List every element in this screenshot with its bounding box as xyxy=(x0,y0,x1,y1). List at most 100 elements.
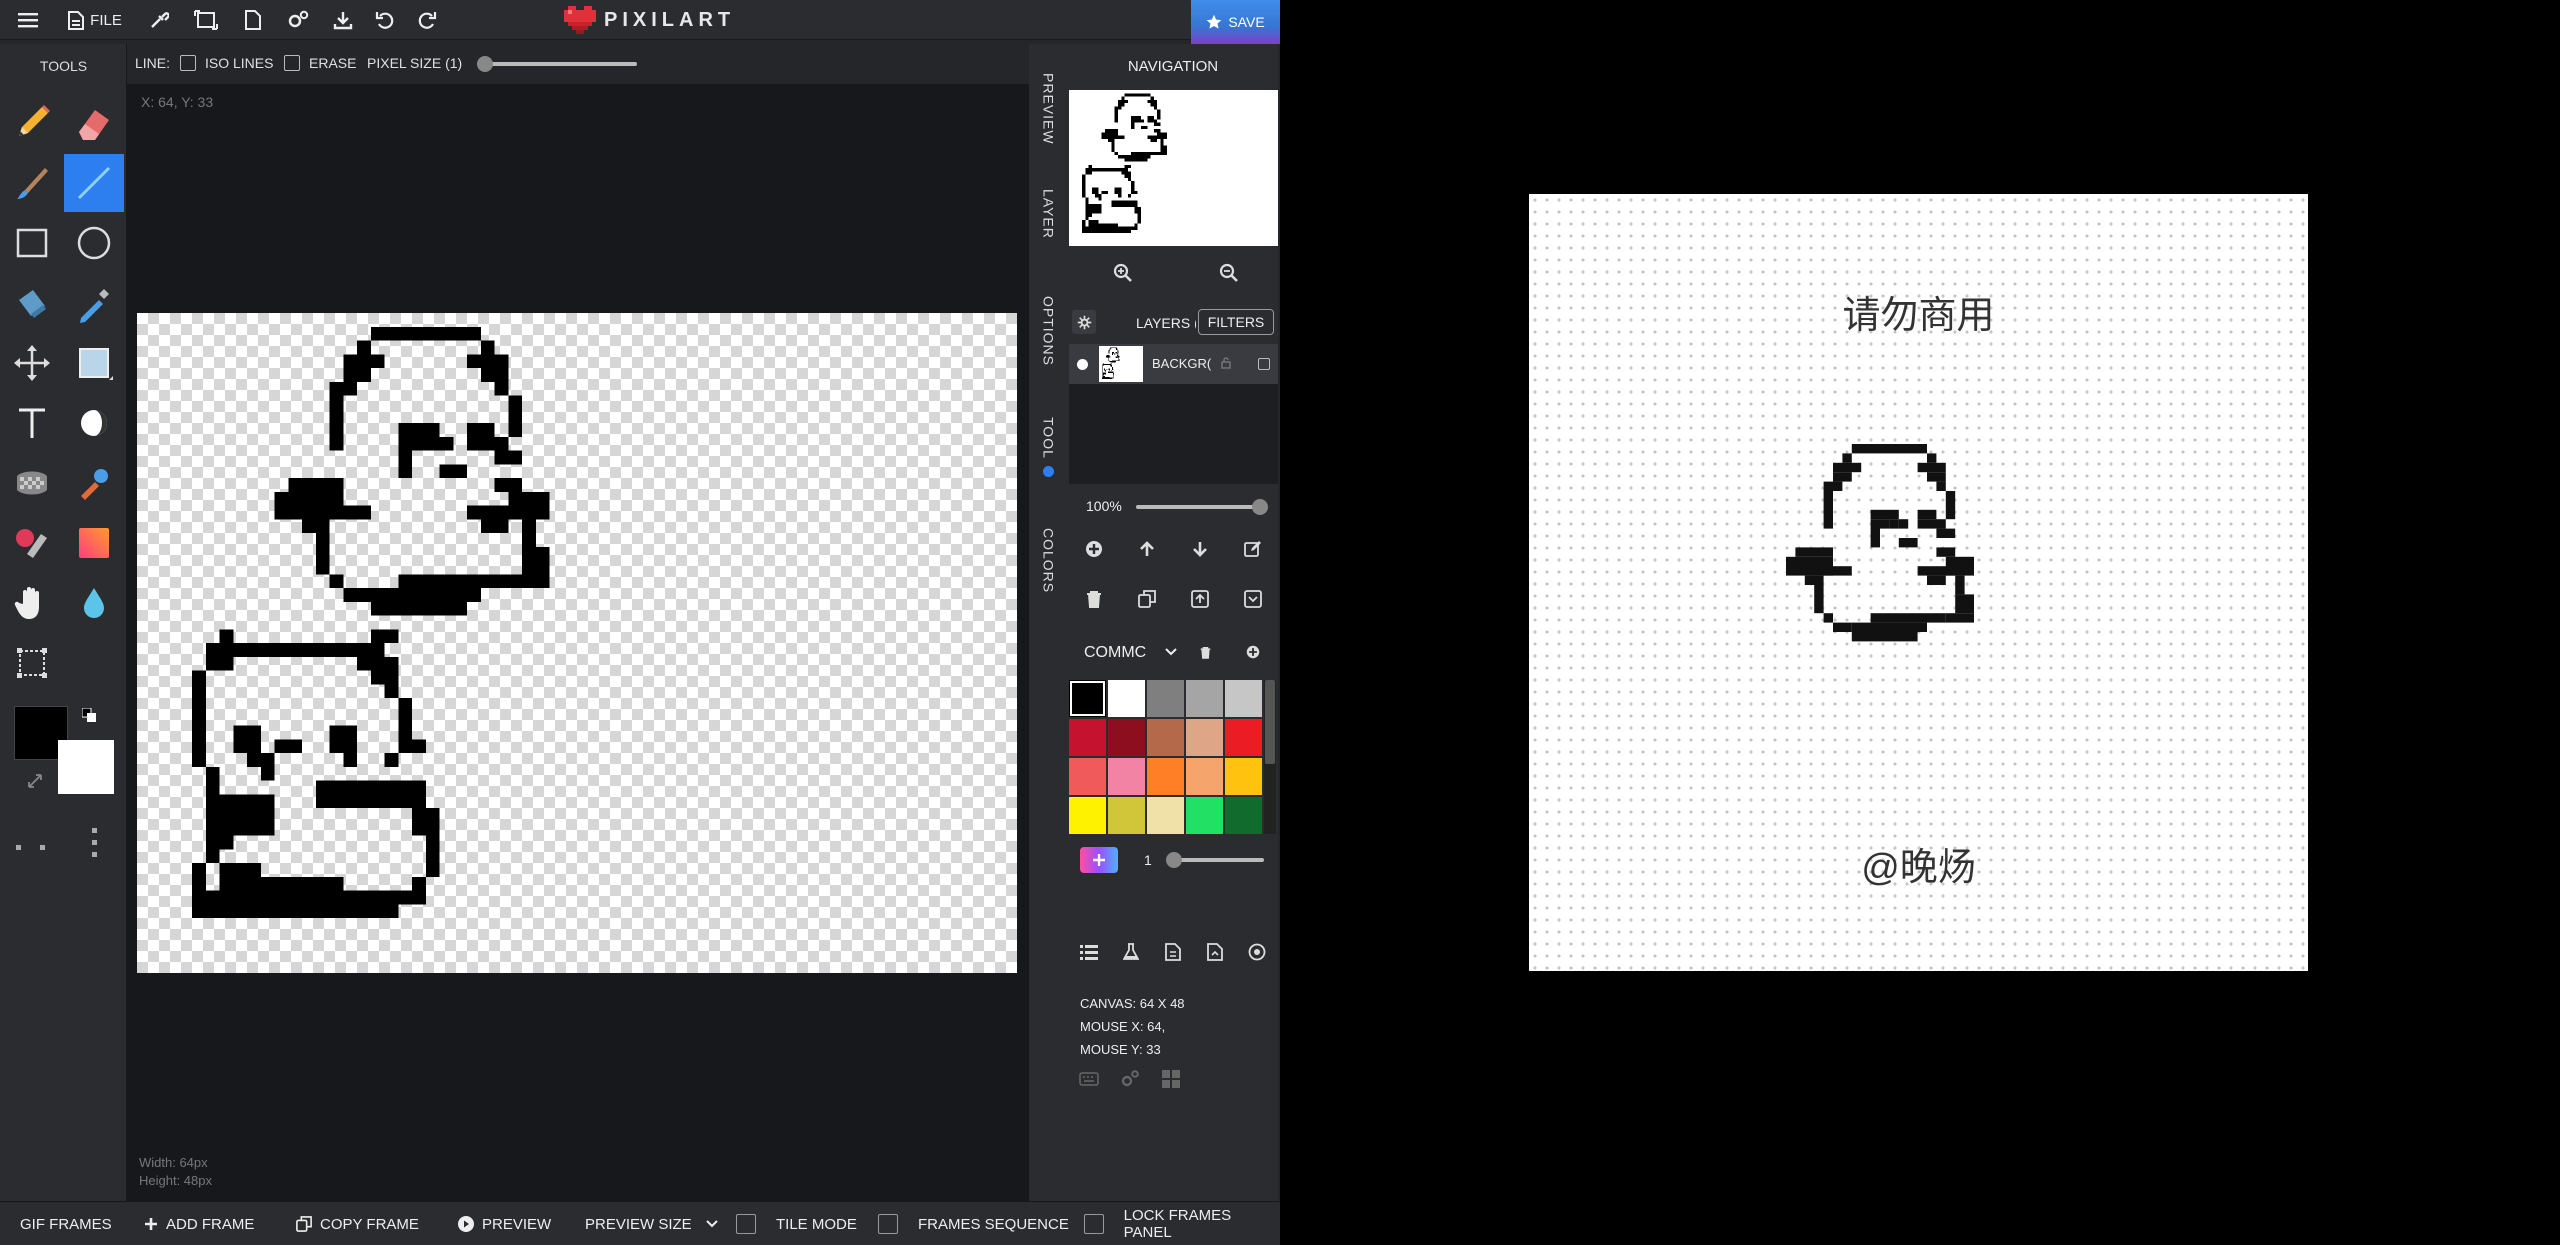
palette-swatch[interactable] xyxy=(1225,680,1262,717)
pattern-tool[interactable] xyxy=(2,454,62,512)
preview-size-select[interactable]: PREVIEW SIZE xyxy=(585,1202,718,1245)
line-tool[interactable] xyxy=(64,154,124,212)
palette-scrollbar-thumb[interactable] xyxy=(1265,680,1275,764)
dither-tool[interactable] xyxy=(64,394,124,452)
palette-swatch[interactable] xyxy=(1147,797,1184,834)
tab-options[interactable]: OPTIONS xyxy=(1029,276,1068,386)
hamburger-icon[interactable] xyxy=(14,0,42,40)
zoom-in-icon[interactable] xyxy=(1110,260,1136,286)
frames-sequence-checkbox[interactable] xyxy=(878,1214,898,1234)
pixel-size-slider[interactable] xyxy=(477,62,637,66)
brush-shape-small[interactable] xyxy=(16,839,52,850)
lock-icon[interactable] xyxy=(1219,356,1233,370)
layer-opacity-slider[interactable] xyxy=(1136,505,1260,509)
palette-scrollbar[interactable] xyxy=(1264,680,1276,834)
target-icon[interactable] xyxy=(1246,941,1268,963)
delete-layer-icon[interactable] xyxy=(1082,587,1106,611)
swap-colors-icon[interactable] xyxy=(81,707,96,722)
gears-icon[interactable] xyxy=(1118,1067,1142,1091)
palette-swatch[interactable] xyxy=(1147,719,1184,756)
move-layer-down-icon[interactable] xyxy=(1188,537,1212,561)
delete-palette-icon[interactable] xyxy=(1196,643,1214,661)
palette-swatch[interactable] xyxy=(1225,758,1262,795)
pencil-tool[interactable] xyxy=(2,94,62,152)
keyboard-icon[interactable] xyxy=(1078,1069,1100,1089)
palette-swatch[interactable] xyxy=(1147,680,1184,717)
save-button[interactable]: SAVE xyxy=(1191,0,1280,44)
frames-sequence-toggle[interactable]: FRAMES SEQUENCE xyxy=(878,1202,1069,1245)
list-view-icon[interactable] xyxy=(1078,941,1100,963)
gradient-tool[interactable] xyxy=(64,514,124,572)
add-layer-icon[interactable] xyxy=(1082,537,1106,561)
redo-icon[interactable] xyxy=(414,0,440,40)
brush-size-slider[interactable] xyxy=(1168,858,1264,862)
select-tool[interactable] xyxy=(2,634,62,692)
file-menu-button[interactable]: FILE xyxy=(64,0,126,40)
eyedropper-tool[interactable] xyxy=(64,274,124,332)
palette-swatch[interactable] xyxy=(1186,719,1223,756)
new-file-icon[interactable] xyxy=(240,0,266,40)
reset-colors-icon[interactable] xyxy=(26,772,44,790)
undo-icon[interactable] xyxy=(372,0,398,40)
zoom-out-icon[interactable] xyxy=(1216,260,1242,286)
palette-swatch[interactable] xyxy=(1186,680,1223,717)
add-palette-icon[interactable] xyxy=(1244,643,1262,661)
palette-swatch[interactable] xyxy=(1147,758,1184,795)
secondary-color-swatch[interactable] xyxy=(58,740,114,794)
layer-settings-icon[interactable] xyxy=(1072,310,1096,334)
palette-swatch[interactable] xyxy=(1108,680,1145,717)
import-file-icon[interactable] xyxy=(1162,941,1184,963)
hand-tool[interactable] xyxy=(2,574,62,632)
palette-swatch[interactable] xyxy=(1186,758,1223,795)
brush-tool[interactable] xyxy=(2,154,62,212)
brush-size-slider-thumb[interactable] xyxy=(1166,852,1182,868)
palette-swatch[interactable] xyxy=(1069,680,1106,717)
blur-tool[interactable] xyxy=(64,574,124,632)
layer-opacity-slider-thumb[interactable] xyxy=(1252,499,1268,515)
text-tool[interactable] xyxy=(2,394,62,452)
edit-layer-icon[interactable] xyxy=(1241,537,1265,561)
fill-bucket-tool[interactable] xyxy=(2,274,62,332)
move-layer-up-icon[interactable] xyxy=(1135,537,1159,561)
eraser-tool[interactable] xyxy=(64,94,124,152)
layer-row[interactable]: BACKGR( xyxy=(1069,344,1278,384)
pixel-canvas[interactable] xyxy=(137,313,1017,973)
palette-swatch[interactable] xyxy=(1108,719,1145,756)
tab-colors[interactable]: COLORS xyxy=(1029,506,1068,616)
add-color-button[interactable] xyxy=(1080,847,1118,873)
preview-button[interactable]: PREVIEW xyxy=(458,1202,551,1245)
palette-swatch[interactable] xyxy=(1108,797,1145,834)
palette-swatch[interactable] xyxy=(1225,719,1262,756)
palette-swatch[interactable] xyxy=(1186,797,1223,834)
merge-down-icon[interactable] xyxy=(1241,587,1265,611)
ellipse-tool[interactable] xyxy=(64,214,124,272)
add-frame-button[interactable]: ADD FRAME xyxy=(144,1202,254,1245)
tile-mode-toggle[interactable]: TILE MODE xyxy=(736,1202,857,1245)
navigation-preview[interactable] xyxy=(1069,90,1278,246)
settings-icon[interactable] xyxy=(284,0,312,40)
gif-frames-button[interactable]: GIF FRAMES xyxy=(20,1202,112,1245)
palette-swatch[interactable] xyxy=(1108,758,1145,795)
pixilart-logo[interactable]: PIXILART xyxy=(564,6,735,34)
layer-visibility-dot[interactable] xyxy=(1077,359,1088,370)
lock-frames-panel-toggle[interactable]: LOCK FRAMES PANEL xyxy=(1084,1202,1280,1245)
pixel-size-slider-thumb[interactable] xyxy=(477,56,493,72)
palette-swatch[interactable] xyxy=(1069,758,1106,795)
palette-name[interactable]: COMMC xyxy=(1084,644,1146,662)
iso-lines-checkbox[interactable] xyxy=(180,55,196,71)
resize-icon[interactable] xyxy=(192,0,220,40)
tab-preview[interactable]: PREVIEW xyxy=(1029,54,1068,164)
stamp-tool[interactable] xyxy=(64,454,124,512)
tile-mode-checkbox[interactable] xyxy=(736,1214,756,1234)
brush-shape-vertical[interactable] xyxy=(90,828,100,860)
export-file-icon[interactable] xyxy=(1204,941,1226,963)
erase-checkbox[interactable] xyxy=(284,55,300,71)
eyedropper-icon[interactable] xyxy=(146,0,172,40)
color-replace-tool[interactable] xyxy=(2,514,62,572)
copy-frame-button[interactable]: COPY FRAME xyxy=(296,1202,419,1245)
palette-swatch[interactable] xyxy=(1069,797,1106,834)
flask-icon[interactable] xyxy=(1120,941,1142,963)
download-icon[interactable] xyxy=(330,0,356,40)
palette-dropdown-chevron-icon[interactable] xyxy=(1162,642,1180,662)
palette-swatch[interactable] xyxy=(1069,719,1106,756)
